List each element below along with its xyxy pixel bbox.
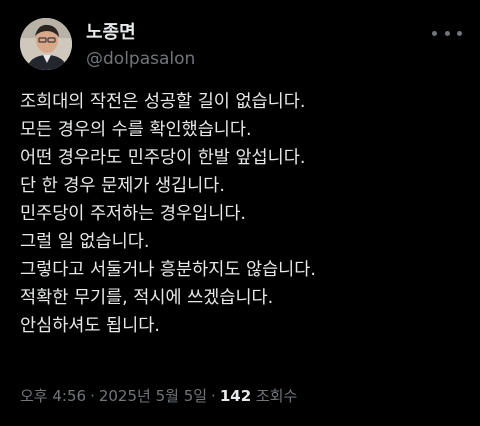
tweet-line: 민주당이 주저하는 경우입니다. [20,204,246,224]
person-photo-avatar-icon [20,18,72,70]
tweet-text: 조희대의 작전은 성공할 길이 없습니다. 모든 경우의 수를 확인했습니다. … [20,88,470,340]
avatar[interactable] [20,18,72,70]
tweet-meta: 오후 4:56 · 2025년 5월 5일 · 142 조회수 [20,384,297,408]
tweet-line: 그렇다고 서둘거나 흥분하지도 않습니다. [20,260,316,280]
tweet-line: 단 한 경우 문제가 생깁니다. [20,176,225,196]
tweet-line: 안심하셔도 됩니다. [20,316,160,336]
meta-separator: · [211,387,216,405]
tweet-line: 조희대의 작전은 성공할 길이 없습니다. [20,92,306,112]
more-horizontal-icon [432,30,437,36]
tweet-time[interactable]: 오후 4:56 [20,387,86,405]
tweet-line: 어떤 경우라도 민주당이 한발 앞섭니다. [20,148,306,168]
author-handle[interactable]: @dolpasalon [86,48,195,70]
views-count: 142 [219,387,252,405]
tweet-date[interactable]: 2025년 5월 5일 [99,387,207,405]
more-icon-dot [444,30,450,36]
tweet-line: 그럴 일 없습니다. [20,232,150,252]
tweet-card: 노종면 @dolpasalon 조희대의 작전은 성공할 길이 없습니다. 모든… [0,0,480,426]
views-label: 조회수 [255,387,298,405]
meta-separator: · [90,387,95,405]
tweet-line: 적확한 무기를, 적시에 쓰겠습니다. [20,288,274,308]
author-display-name[interactable]: 노종면 [86,22,136,44]
tweet-line: 모든 경우의 수를 확인했습니다. [20,120,252,140]
more-options-button[interactable] [432,22,462,44]
more-icon-dot [457,30,462,36]
